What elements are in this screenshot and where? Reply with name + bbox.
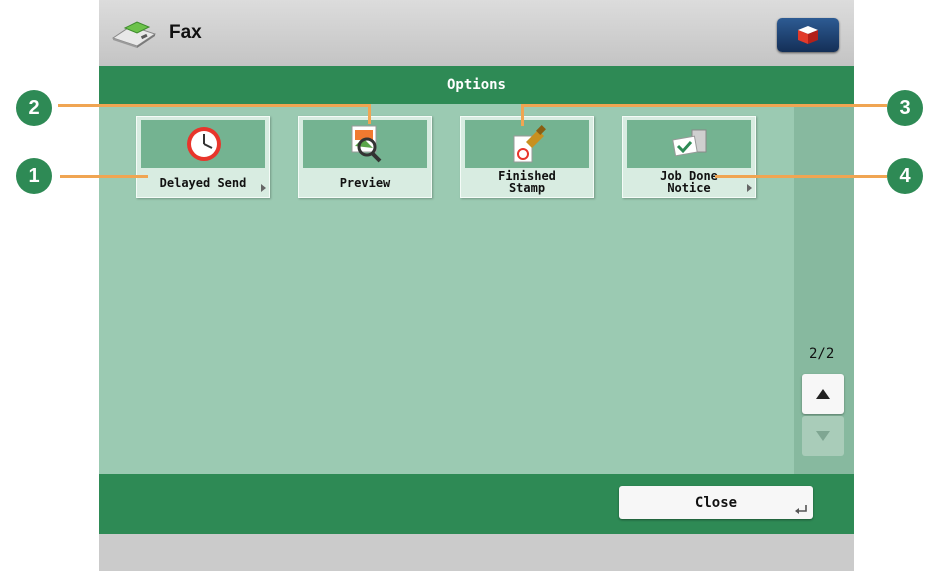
submenu-arrow-icon <box>747 184 752 192</box>
notice-icon <box>672 129 707 157</box>
callout-2-line-drop <box>368 104 371 124</box>
scroll-up-button[interactable] <box>802 374 844 414</box>
options-title-bar: Options <box>99 66 854 104</box>
footer-strip <box>99 534 854 571</box>
callout-2-line <box>58 104 371 107</box>
tile-label: Finished Stamp <box>498 169 556 195</box>
callout-1-line <box>60 175 148 178</box>
tile-delayed-send[interactable]: Delayed Send <box>136 116 270 198</box>
return-icon <box>795 505 807 514</box>
top-bar: Fax <box>99 0 854 66</box>
clock-icon <box>187 127 221 161</box>
scroll-down-button <box>802 416 844 456</box>
callout-1: 1 <box>16 158 52 194</box>
fax-machine-icon <box>111 20 157 53</box>
app-title: Fax <box>169 22 202 43</box>
arrow-down-icon <box>816 431 830 441</box>
callout-3: 3 <box>887 90 923 126</box>
cube-icon <box>798 26 818 44</box>
magnifier-icon <box>351 125 382 163</box>
page-indicator: 2/2 <box>809 346 835 362</box>
callout-3-line <box>521 104 887 107</box>
callout-4: 4 <box>887 158 923 194</box>
close-button-label: Close <box>694 495 738 511</box>
tile-finished-stamp[interactable]: Finished Stamp <box>460 116 594 198</box>
tile-preview[interactable]: Preview <box>298 116 432 198</box>
bottom-bar: Close <box>99 474 854 534</box>
fax-screen: Fax Options 2/2 Close Delayed Send Previ… <box>99 0 854 571</box>
arrow-up-icon <box>816 389 830 399</box>
callout-2: 2 <box>16 90 52 126</box>
tile-label: Job Done Notice <box>660 169 718 195</box>
callout-3-line-drop <box>521 104 524 126</box>
close-button[interactable]: Close <box>619 486 813 519</box>
tile-label: Delayed Send <box>159 176 247 190</box>
callout-4-line <box>715 175 887 178</box>
stamp-icon <box>513 125 546 163</box>
status-monitor-button[interactable] <box>777 18 839 52</box>
tile-label: Preview <box>339 176 391 190</box>
tile-job-done-notice[interactable]: Job Done Notice <box>622 116 756 198</box>
scroll-column: 2/2 <box>794 104 854 474</box>
submenu-arrow-icon <box>261 184 266 192</box>
